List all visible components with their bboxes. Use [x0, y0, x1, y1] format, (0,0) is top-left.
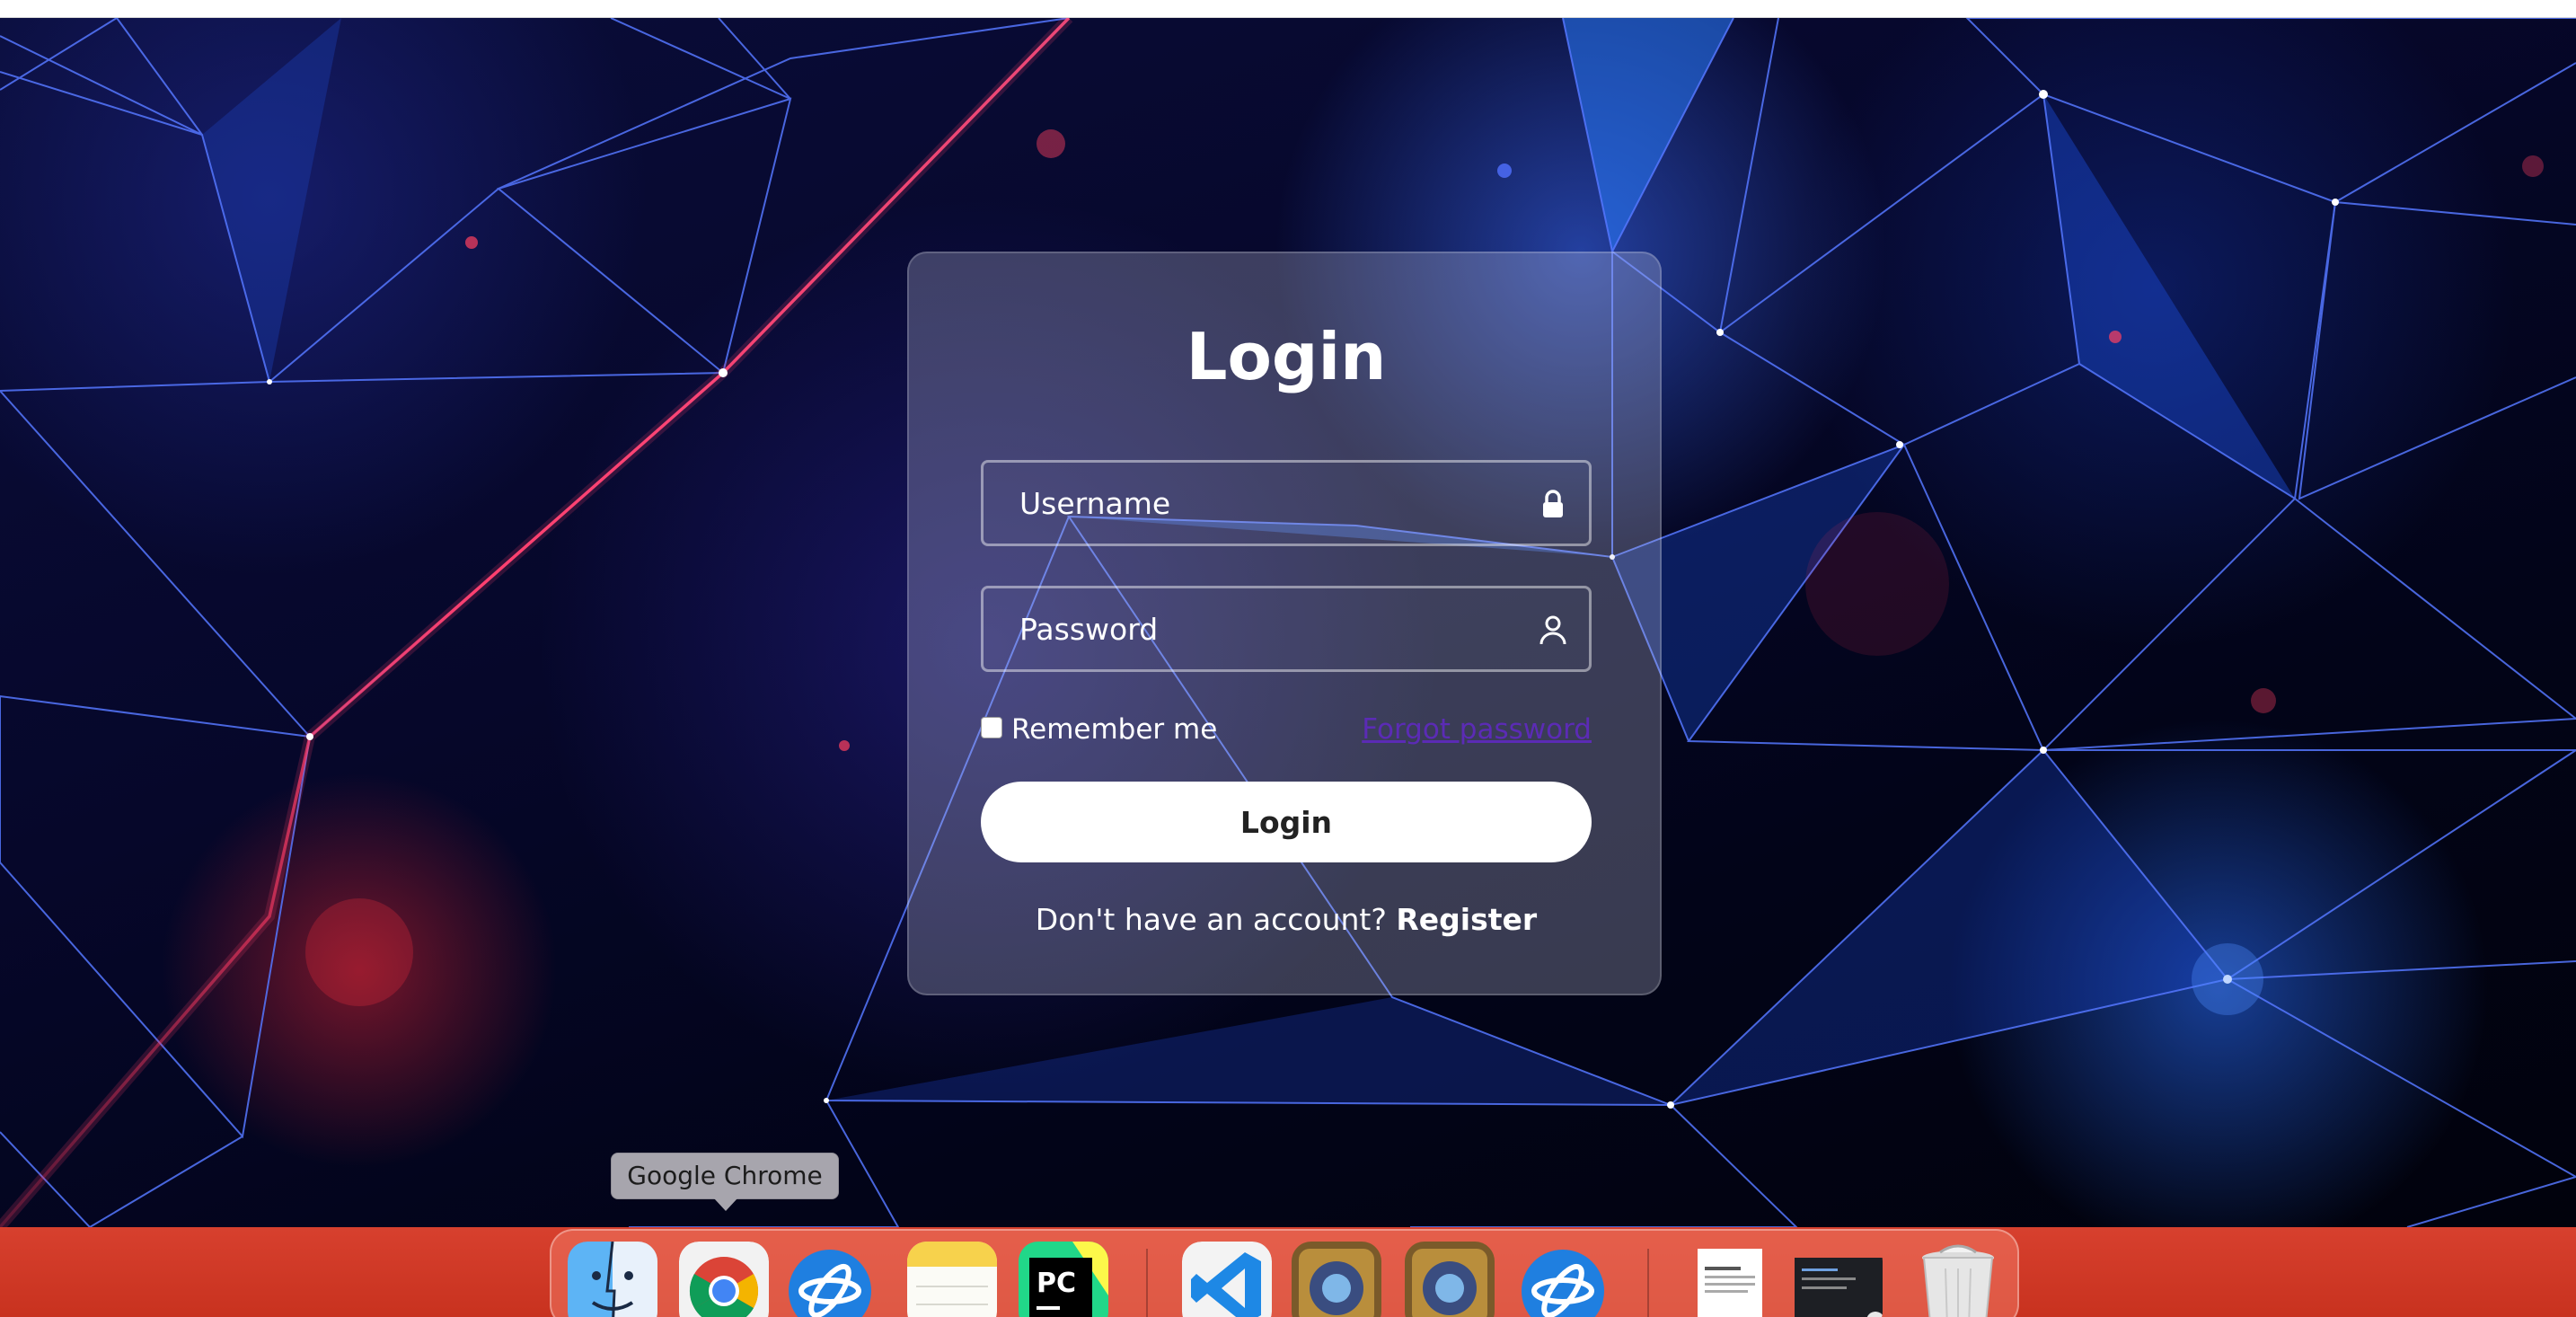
finder-icon[interactable]	[568, 1242, 657, 1317]
dock-separator	[1146, 1249, 1148, 1317]
password-input[interactable]	[984, 588, 1522, 669]
password-field-wrapper	[981, 586, 1592, 672]
register-link[interactable]: Register	[1396, 902, 1537, 937]
remember-me-checkbox[interactable]	[981, 717, 1002, 738]
login-button[interactable]: Login	[981, 782, 1592, 862]
terminal-window-thumbnail-icon[interactable]	[1793, 1242, 1883, 1317]
vscode-icon[interactable]	[1182, 1242, 1272, 1317]
dock-separator	[1647, 1249, 1649, 1317]
battle-net-icon[interactable]	[1518, 1242, 1608, 1317]
hearthstone-icon[interactable]	[1292, 1242, 1381, 1317]
login-card: Login Remember me Forgot passwo	[907, 252, 1662, 995]
dock-tooltip-arrow	[714, 1198, 737, 1211]
pycharm-icon[interactable]: PC	[1019, 1242, 1108, 1317]
battle-net-icon[interactable]	[785, 1242, 875, 1317]
lock-icon	[1535, 486, 1571, 522]
username-input[interactable]	[984, 463, 1522, 544]
remember-me-label[interactable]: Remember me	[1011, 712, 1217, 747]
dock-tooltip: Google Chrome	[611, 1153, 839, 1199]
trash-icon[interactable]	[1913, 1242, 2003, 1317]
user-icon	[1535, 612, 1571, 648]
screen: Login Remember me Forgot passwo	[0, 0, 2576, 1317]
register-prompt: Don't have an account?	[1035, 902, 1387, 937]
username-field-wrapper	[981, 460, 1592, 546]
remember-row: Remember me Forgot password	[981, 712, 1592, 747]
browser-top-edge	[0, 0, 2576, 18]
svg-text:PC: PC	[1037, 1268, 1076, 1299]
notes-icon[interactable]	[907, 1242, 997, 1317]
login-title: Login	[1186, 319, 1387, 394]
google-chrome-icon[interactable]	[679, 1242, 769, 1317]
register-row: Don't have an account? Register	[909, 900, 1663, 940]
document-thumbnail-icon[interactable]	[1685, 1242, 1775, 1317]
forgot-password-link[interactable]: Forgot password	[1362, 712, 1592, 747]
hearthstone-icon[interactable]	[1405, 1242, 1495, 1317]
